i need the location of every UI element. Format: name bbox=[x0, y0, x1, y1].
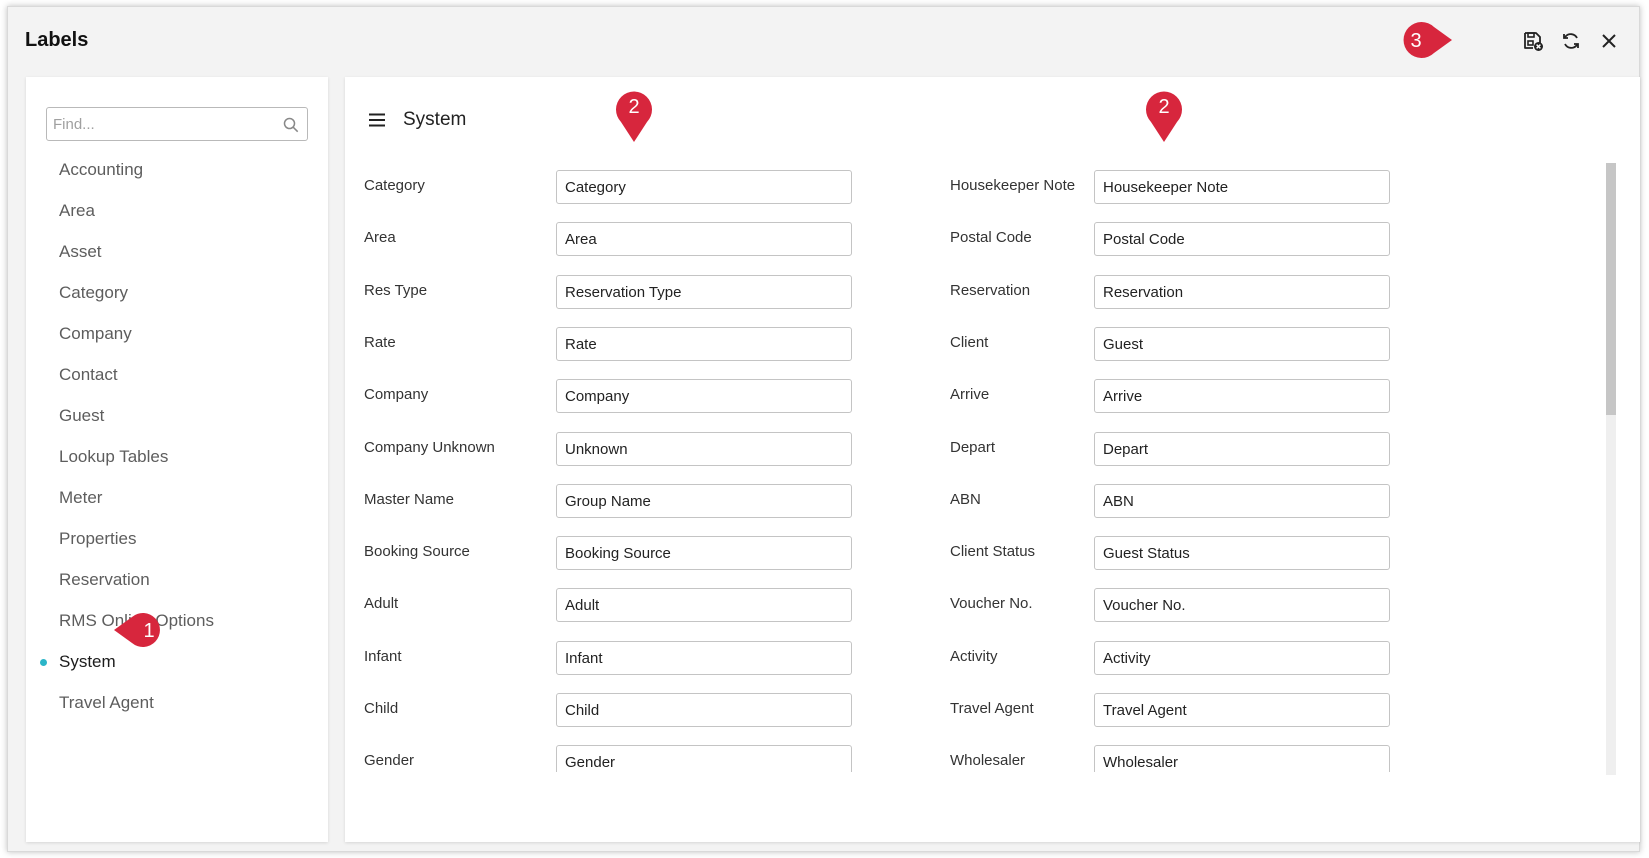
left-label-master-name: Master Name bbox=[364, 491, 455, 508]
right-field-client[interactable] bbox=[1094, 327, 1390, 361]
sidebar-item-contact[interactable]: Contact bbox=[26, 354, 328, 395]
step-3-marker: 3 bbox=[1403, 22, 1452, 58]
left-field-rate[interactable] bbox=[556, 327, 852, 361]
right-label-postal-code: Postal Code bbox=[950, 229, 1032, 246]
left-field-booking-source[interactable] bbox=[556, 536, 852, 570]
left-label-res-type: Res Type bbox=[364, 282, 428, 299]
step-3-number: 3 bbox=[1410, 30, 1421, 52]
step-2-marker-right: 2 bbox=[1146, 91, 1182, 142]
right-label-client-status: Client Status bbox=[950, 543, 1036, 560]
save-close-button[interactable] bbox=[1521, 29, 1545, 53]
left-label-booking-source: Booking Source bbox=[364, 543, 470, 560]
labels-form: Category Area Res Type Rate Company Company U… bbox=[345, 167, 1640, 772]
step-2-number-right: 2 bbox=[1158, 96, 1169, 118]
window-toolbar bbox=[1521, 29, 1621, 53]
refresh-icon bbox=[1563, 33, 1579, 49]
left-field-company[interactable] bbox=[556, 379, 852, 413]
right-label-housekeeper-note: Housekeeper Note bbox=[950, 177, 1076, 194]
right-field-housekeeper-note[interactable] bbox=[1094, 170, 1390, 204]
step-2-number-left: 2 bbox=[628, 96, 639, 118]
right-label-abn: ABN bbox=[950, 491, 981, 508]
left-label-company: Company bbox=[364, 386, 429, 403]
scrollbar-thumb[interactable] bbox=[1606, 163, 1616, 415]
close-icon bbox=[1602, 34, 1616, 48]
sidebar-item-lookup-tables[interactable]: Lookup Tables bbox=[26, 436, 328, 477]
main-panel: System Category Area Res Type Rate Company Co… bbox=[345, 77, 1640, 842]
scrollbar[interactable] bbox=[1606, 163, 1616, 775]
sidebar-item-properties[interactable]: Properties bbox=[26, 518, 328, 559]
refresh-button[interactable] bbox=[1559, 29, 1583, 53]
close-button[interactable] bbox=[1597, 29, 1621, 53]
sidebar-item-category[interactable]: Category bbox=[26, 272, 328, 313]
right-label-travel-agent: Travel Agent bbox=[950, 700, 1034, 717]
right-field-arrive[interactable] bbox=[1094, 379, 1390, 413]
step-1-marker: 1 bbox=[114, 613, 160, 647]
sidebar-item-asset[interactable]: Asset bbox=[26, 231, 328, 272]
search-input[interactable] bbox=[47, 108, 267, 140]
right-label-reservation: Reservation bbox=[950, 282, 1031, 299]
right-field-travel-agent[interactable] bbox=[1094, 693, 1390, 727]
window-title: Labels bbox=[25, 29, 89, 51]
sidebar-item-meter[interactable]: Meter bbox=[26, 477, 328, 518]
right-field-depart[interactable] bbox=[1094, 432, 1390, 466]
sidebar-item-accounting[interactable]: Accounting bbox=[26, 149, 328, 190]
left-label-adult: Adult bbox=[364, 595, 399, 612]
left-field-category[interactable] bbox=[556, 170, 852, 204]
right-field-abn[interactable] bbox=[1094, 484, 1390, 518]
right-field-voucher-no[interactable] bbox=[1094, 588, 1390, 622]
sidebar-item-rms-online-options[interactable]: RMS Online Options bbox=[26, 600, 328, 641]
left-field-adult[interactable] bbox=[556, 588, 852, 622]
sidebar-item-reservation[interactable]: Reservation bbox=[26, 559, 328, 600]
right-label-activity: Activity bbox=[950, 648, 998, 665]
right-field-activity[interactable] bbox=[1094, 641, 1390, 675]
sidebar-item-travel-agent[interactable]: Travel Agent bbox=[26, 682, 328, 723]
sidebar-item-system[interactable]: System bbox=[26, 641, 328, 682]
save-close-icon bbox=[1524, 32, 1543, 51]
left-label-category: Category bbox=[364, 177, 425, 194]
right-field-wholesaler[interactable] bbox=[1094, 745, 1390, 772]
left-label-infant: Infant bbox=[364, 648, 402, 665]
left-field-res-type[interactable] bbox=[556, 275, 852, 309]
left-field-gender[interactable] bbox=[556, 745, 852, 772]
main-header: System bbox=[369, 109, 466, 131]
hamburger-menu-icon[interactable] bbox=[369, 113, 385, 127]
left-field-master-name[interactable] bbox=[556, 484, 852, 518]
sidebar: Accounting Area Asset Category Company C… bbox=[26, 77, 328, 842]
labels-window: Labels Find... Accounting Area Asset Cat… bbox=[7, 6, 1640, 852]
left-label-company-unknown: Company Unknown bbox=[364, 439, 495, 456]
right-field-postal-code[interactable] bbox=[1094, 222, 1390, 256]
sidebar-item-guest[interactable]: Guest bbox=[26, 395, 328, 436]
sidebar-item-area[interactable]: Area bbox=[26, 190, 328, 231]
left-field-infant[interactable] bbox=[556, 641, 852, 675]
sidebar-item-company[interactable]: Company bbox=[26, 313, 328, 354]
right-label-voucher-no: Voucher No. bbox=[950, 595, 1033, 612]
left-label-area: Area bbox=[364, 229, 396, 246]
search-box bbox=[46, 107, 308, 141]
left-field-child[interactable] bbox=[556, 693, 852, 727]
left-field-company-unknown[interactable] bbox=[556, 432, 852, 466]
section-title: System bbox=[403, 109, 467, 130]
left-field-area[interactable] bbox=[556, 222, 852, 256]
left-label-rate: Rate bbox=[364, 334, 396, 351]
right-label-client: Client bbox=[950, 334, 989, 351]
search-icon[interactable] bbox=[283, 117, 299, 133]
step-2-marker-left: 2 bbox=[616, 91, 652, 142]
right-label-depart: Depart bbox=[950, 439, 996, 456]
right-field-client-status[interactable] bbox=[1094, 536, 1390, 570]
sidebar-nav: Accounting Area Asset Category Company C… bbox=[26, 149, 328, 723]
left-label-child: Child bbox=[364, 700, 399, 717]
right-label-wholesaler: Wholesaler bbox=[950, 752, 1026, 769]
right-label-arrive: Arrive bbox=[950, 386, 990, 403]
right-field-reservation[interactable] bbox=[1094, 275, 1390, 309]
left-label-gender: Gender bbox=[364, 752, 415, 769]
step-1-number: 1 bbox=[143, 620, 154, 642]
